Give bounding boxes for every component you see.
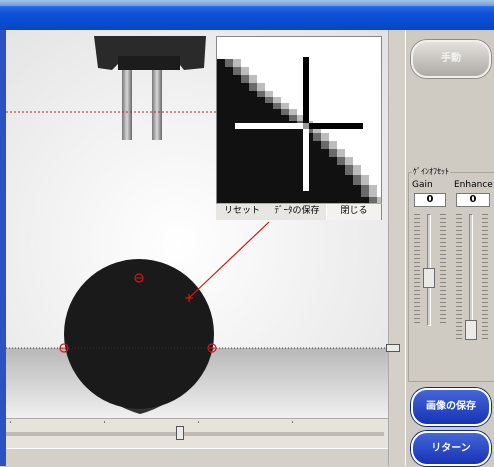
zoom-crosshair-right: [309, 123, 363, 129]
enhance-slider-ticks-left: [456, 214, 462, 340]
manual-button[interactable]: 手動: [411, 40, 491, 78]
save-data-button[interactable]: ﾃﾞｰﾀの保存: [268, 204, 326, 220]
zoom-popup-buttons: リセット ﾃﾞｰﾀの保存 閉じる: [216, 203, 382, 220]
reset-button[interactable]: リセット: [216, 204, 268, 220]
baseline-slider-handle[interactable]: [386, 344, 400, 352]
zoom-crosshair-top: [303, 57, 309, 127]
gain-value-field[interactable]: 0: [414, 193, 446, 207]
enhance-label: Enhance: [454, 180, 493, 190]
return-button[interactable]: リターン: [411, 431, 491, 466]
zoom-magnified-image: [217, 37, 381, 203]
zoom-crosshair-left: [235, 123, 303, 129]
status-bar: [6, 448, 406, 467]
gain-label: Gain: [412, 180, 433, 190]
horizontal-scroll-thumb[interactable]: [176, 426, 184, 440]
zoom-popup: [216, 36, 382, 220]
enhance-value-field[interactable]: 0: [456, 193, 490, 207]
gain-slider-ticks-right: [440, 214, 446, 326]
save-image-button[interactable]: 画像の保存: [411, 388, 491, 426]
enhance-slider-thumb[interactable]: [465, 320, 477, 340]
zoom-crosshair-bottom: [303, 129, 309, 191]
needle-left: [122, 70, 132, 140]
needle-right: [152, 70, 162, 140]
vertical-splitter: [388, 30, 406, 466]
needle-holder-base: [118, 56, 180, 70]
enhance-slider-ticks-right: [482, 214, 488, 340]
close-button[interactable]: 閉じる: [326, 204, 382, 220]
horizontal-scroll-track[interactable]: [6, 432, 384, 436]
gain-slider-ticks-left: [414, 214, 420, 326]
scroll-ticks: [10, 421, 380, 423]
title-bar-highlight: [0, 0, 494, 6]
gain-offset-title: ｹﾞｲﾝｵﾌｾｯﾄ: [412, 166, 450, 177]
gain-slider-thumb[interactable]: [423, 268, 435, 288]
